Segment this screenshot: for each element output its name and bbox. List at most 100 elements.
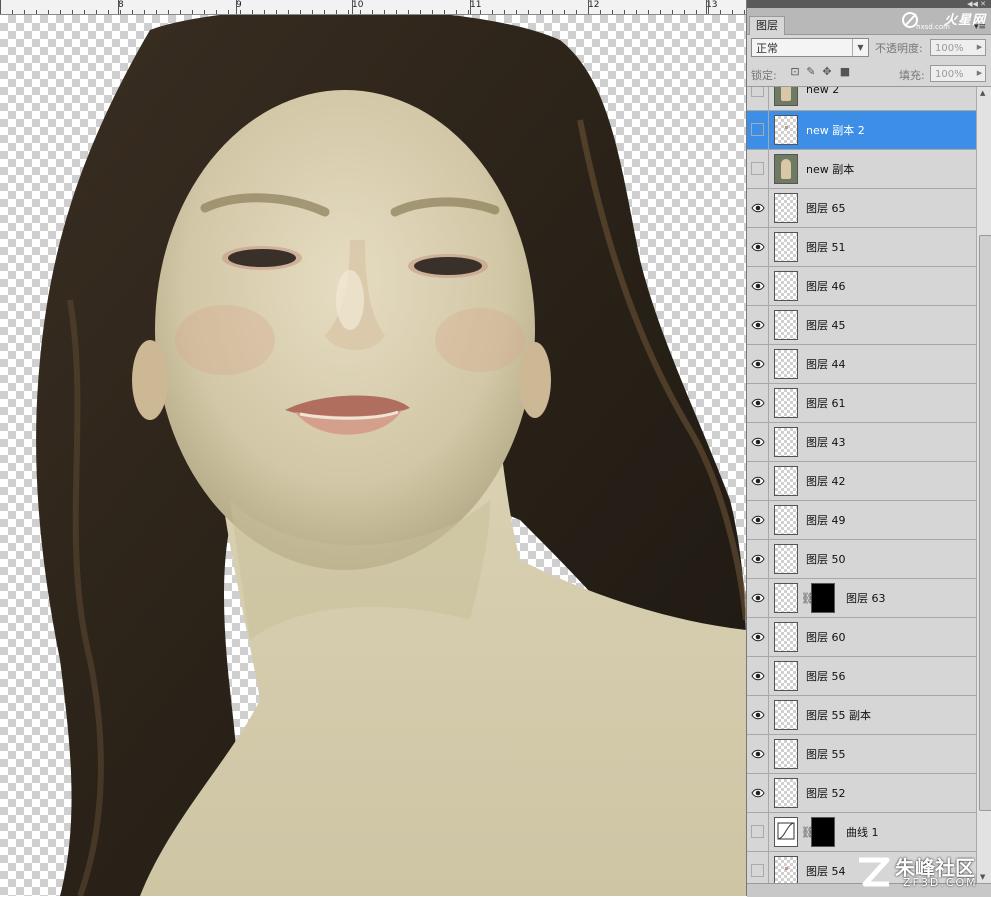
visibility-toggle[interactable]	[747, 189, 769, 227]
visibility-toggle[interactable]	[747, 657, 769, 695]
scroll-up-icon[interactable]: ▲	[980, 89, 985, 97]
layer-name[interactable]: 图层 60	[806, 629, 846, 645]
layer-row[interactable]: 图层 46	[747, 267, 976, 306]
blend-mode-select[interactable]: 正常 ▼	[751, 38, 869, 57]
panel-menu-icon[interactable]: ▾≡	[974, 22, 986, 32]
layer-name[interactable]: 曲线 1	[846, 824, 879, 840]
visibility-toggle[interactable]	[747, 462, 769, 500]
layer-row[interactable]: new 副本 2	[747, 111, 976, 150]
layer-thumbnail[interactable]	[774, 505, 798, 535]
opacity-field[interactable]: 100% ▶	[930, 39, 986, 56]
layer-name[interactable]: 图层 51	[806, 239, 846, 255]
layer-thumbnail[interactable]	[774, 193, 798, 223]
layer-name[interactable]: 图层 49	[806, 512, 846, 528]
visibility-toggle[interactable]	[747, 150, 769, 188]
visibility-toggle[interactable]	[747, 813, 769, 851]
layer-thumbnail[interactable]	[774, 87, 798, 106]
layer-thumbnail[interactable]	[774, 661, 798, 691]
visibility-toggle[interactable]	[747, 228, 769, 266]
curves-adjustment-icon[interactable]	[774, 817, 798, 847]
layer-name[interactable]: new 2	[806, 87, 839, 96]
layer-thumbnail[interactable]	[774, 115, 798, 145]
layer-row[interactable]: 图层 44	[747, 345, 976, 384]
visibility-toggle[interactable]	[747, 735, 769, 773]
chevron-down-icon[interactable]: ▼	[852, 39, 868, 56]
visibility-toggle[interactable]	[747, 540, 769, 578]
layer-name[interactable]: 图层 52	[806, 785, 846, 801]
layer-thumbnail[interactable]	[774, 739, 798, 769]
layer-row[interactable]: 图层 56	[747, 657, 976, 696]
layer-thumbnail[interactable]	[774, 232, 798, 262]
layer-row[interactable]: 图层 55 副本	[747, 696, 976, 735]
layer-name[interactable]: 图层 45	[806, 317, 846, 333]
lock-icon[interactable]: ■	[839, 66, 851, 78]
visibility-toggle[interactable]	[747, 267, 769, 305]
layer-row[interactable]: 图层 51	[747, 228, 976, 267]
layer-row[interactable]: 图层 60	[747, 618, 976, 657]
visibility-toggle[interactable]	[747, 384, 769, 422]
collapse-icon[interactable]: ◀◀ ✕	[967, 0, 986, 8]
layer-name[interactable]: 图层 55	[806, 746, 846, 762]
layer-thumbnail[interactable]	[774, 778, 798, 808]
layer-row[interactable]: new 2	[747, 87, 976, 111]
layer-name[interactable]: 图层 54	[806, 863, 846, 879]
layer-row[interactable]: 图层 61	[747, 384, 976, 423]
visibility-toggle[interactable]	[747, 618, 769, 656]
layer-mask-thumbnail[interactable]	[811, 583, 835, 613]
fill-field[interactable]: 100% ▶	[930, 65, 986, 82]
visibility-toggle[interactable]	[747, 501, 769, 539]
layer-name[interactable]: 图层 43	[806, 434, 846, 450]
visibility-toggle[interactable]	[747, 696, 769, 734]
layer-thumbnail[interactable]	[774, 271, 798, 301]
chevron-right-icon[interactable]: ▶	[974, 40, 985, 55]
layer-thumbnail[interactable]	[774, 700, 798, 730]
layer-thumbnail[interactable]	[774, 154, 798, 184]
chevron-right-icon[interactable]: ▶	[974, 66, 985, 81]
visibility-toggle[interactable]	[747, 579, 769, 617]
layer-row[interactable]: ⛓ 图层 63	[747, 579, 976, 618]
layer-name[interactable]: 图层 50	[806, 551, 846, 567]
layer-row[interactable]: 图层 52	[747, 774, 976, 813]
layers-scrollbar[interactable]: ▲ ▼	[976, 87, 991, 883]
layer-name[interactable]: 图层 63	[846, 590, 886, 606]
layer-name[interactable]: 图层 55 副本	[806, 707, 871, 723]
visibility-toggle[interactable]	[747, 345, 769, 383]
layer-thumbnail[interactable]	[774, 349, 798, 379]
visibility-toggle[interactable]	[747, 852, 769, 883]
visibility-toggle[interactable]	[747, 111, 769, 149]
layer-row[interactable]: new 副本	[747, 150, 976, 189]
layer-name[interactable]: new 副本 2	[806, 122, 865, 138]
lock-transparent-icon[interactable]: ⊡	[789, 66, 801, 78]
layer-thumbnail[interactable]	[774, 310, 798, 340]
layer-row[interactable]: 图层 42	[747, 462, 976, 501]
move-icon[interactable]: ✥	[821, 66, 833, 78]
layer-row[interactable]: 图层 65	[747, 189, 976, 228]
layer-row[interactable]: 图层 55	[747, 735, 976, 774]
visibility-toggle[interactable]	[747, 306, 769, 344]
layer-row[interactable]: 图层 45	[747, 306, 976, 345]
brush-icon[interactable]: ✎	[805, 66, 817, 78]
layer-thumbnail[interactable]	[774, 622, 798, 652]
tab-layers[interactable]: 图层	[749, 16, 785, 35]
layer-thumbnail[interactable]	[774, 856, 798, 883]
document-canvas[interactable]	[0, 15, 746, 896]
layer-thumbnail[interactable]	[774, 388, 798, 418]
layer-name[interactable]: 图层 44	[806, 356, 846, 372]
visibility-toggle[interactable]	[747, 774, 769, 812]
layer-row[interactable]: 图层 50	[747, 540, 976, 579]
layer-name[interactable]: new 副本	[806, 161, 854, 177]
layer-name[interactable]: 图层 42	[806, 473, 846, 489]
layer-name[interactable]: 图层 65	[806, 200, 846, 216]
layer-thumbnail[interactable]	[774, 583, 798, 613]
layer-row[interactable]: ⛓ 曲线 1	[747, 813, 976, 852]
scroll-down-icon[interactable]: ▼	[980, 873, 985, 881]
layer-name[interactable]: 图层 46	[806, 278, 846, 294]
scrollbar-thumb[interactable]	[979, 235, 991, 811]
layer-thumbnail[interactable]	[774, 544, 798, 574]
layer-name[interactable]: 图层 61	[806, 395, 846, 411]
layer-thumbnail[interactable]	[774, 427, 798, 457]
layer-row[interactable]: 图层 43	[747, 423, 976, 462]
layer-mask-thumbnail[interactable]	[811, 817, 835, 847]
layer-thumbnail[interactable]	[774, 466, 798, 496]
visibility-toggle[interactable]	[747, 87, 769, 110]
